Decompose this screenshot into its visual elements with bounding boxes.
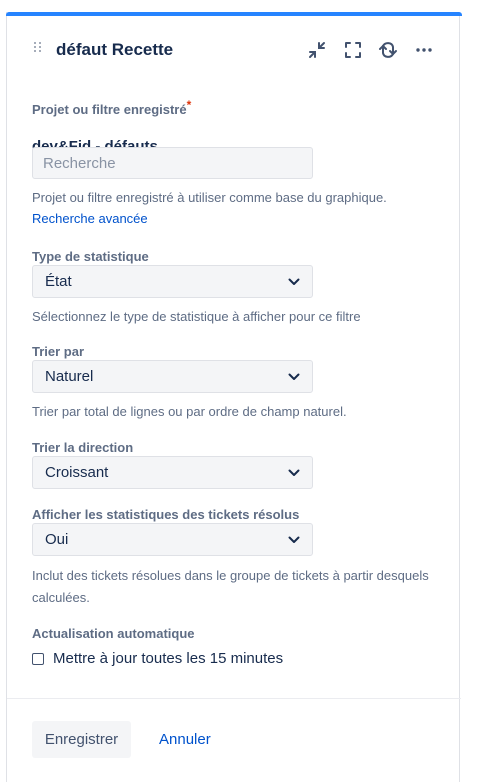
project-search-input[interactable]: [32, 147, 313, 179]
auto-refresh-label: Actualisation automatique: [32, 626, 195, 641]
resolved-stats-help-line2: calculées.: [32, 590, 90, 605]
sort-direction-value: Croissant: [45, 464, 109, 481]
auto-refresh-checkbox[interactable]: [32, 652, 44, 665]
statistic-type-label: Type de statistique: [32, 249, 149, 264]
resolved-stats-label: Afficher les statistiques des tickets ré…: [32, 507, 300, 522]
chevron-down-icon: [288, 536, 300, 543]
chevron-down-icon: [288, 278, 300, 285]
panel-accent-bar: [6, 12, 462, 16]
fullscreen-icon[interactable]: [341, 38, 365, 62]
project-filter-label-text: Projet ou filtre enregistré: [32, 102, 187, 117]
save-button[interactable]: Enregistrer: [32, 721, 131, 758]
sort-by-help: Trier par total de lignes ou par ordre d…: [32, 404, 347, 419]
footer-divider: [7, 698, 461, 699]
project-filter-label: Projet ou filtre enregistré*: [32, 98, 191, 117]
drag-handle-icon[interactable]: [34, 42, 44, 56]
chevron-down-icon: [288, 469, 300, 476]
sort-by-label: Trier par: [32, 344, 85, 359]
chevron-down-icon: [288, 373, 300, 380]
auto-refresh-row: Mettre à jour toutes les 15 minutes: [32, 650, 283, 667]
sort-by-select[interactable]: Naturel: [32, 360, 313, 393]
sort-direction-select[interactable]: Croissant: [32, 456, 313, 489]
statistic-type-value: État: [45, 273, 72, 290]
cancel-button[interactable]: Annuler: [159, 721, 211, 758]
statistic-type-help: Sélectionnez le type de statistique à af…: [32, 309, 361, 324]
gadget-title: défaut Recette: [56, 40, 174, 59]
project-filter-help: Projet ou filtre enregistré à utiliser c…: [32, 190, 387, 205]
resolved-stats-select[interactable]: Oui: [32, 523, 313, 556]
sort-by-value: Naturel: [45, 368, 94, 385]
refresh-icon[interactable]: [376, 38, 400, 62]
sort-direction-label: Trier la direction: [32, 440, 134, 455]
advanced-search-link[interactable]: Recherche avancée: [32, 211, 148, 226]
required-mark: *: [186, 98, 192, 112]
minimize-icon[interactable]: [305, 38, 329, 62]
more-icon[interactable]: [412, 38, 436, 62]
resolved-stats-help-line1: Inclut des tickets résolues dans le grou…: [32, 568, 429, 583]
resolved-stats-value: Oui: [45, 531, 69, 548]
gadget-config-panel: défaut Recette Projet ou filtre enregist…: [6, 12, 462, 782]
panel-header: défaut Recette: [7, 32, 461, 68]
statistic-type-select[interactable]: État: [32, 265, 313, 298]
auto-refresh-checkbox-label[interactable]: Mettre à jour toutes les 15 minutes: [53, 650, 283, 667]
